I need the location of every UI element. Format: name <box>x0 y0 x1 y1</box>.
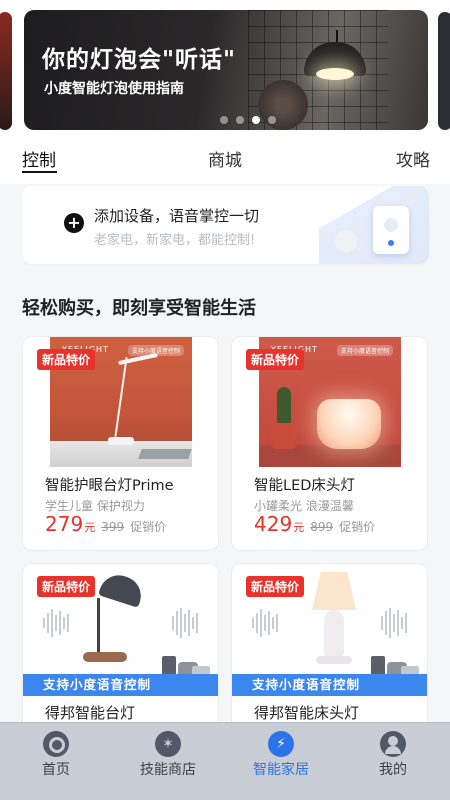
current-price: 429 <box>254 512 293 536</box>
nav-smart-home[interactable]: 智能家居 <box>236 731 326 779</box>
promo-label: 促销价 <box>339 520 376 534</box>
add-device-title: 添加设备，语音掌控一切 <box>94 207 260 225</box>
add-device-subtitle: 老家电，新家电，都能控制! <box>94 233 256 248</box>
voice-control-banner: 支持小度语音控制 <box>232 674 427 696</box>
active-tab-underline <box>22 171 57 173</box>
desk-lamp-base <box>83 652 127 662</box>
sale-tag: 新品特价 <box>37 349 96 370</box>
add-device-card[interactable]: + 添加设备，语音掌控一切 老家电，新家电，都能控制! <box>22 186 429 264</box>
previous-banner-peek[interactable] <box>0 12 12 130</box>
sale-tag: 新品特价 <box>37 576 96 597</box>
product-name: 得邦智能台灯 <box>45 704 136 722</box>
tab-control[interactable]: 控制 <box>22 146 56 171</box>
carousel-dot[interactable] <box>220 116 228 124</box>
sale-tag: 新品特价 <box>246 349 305 370</box>
tab-shop[interactable]: 商城 <box>208 146 242 171</box>
cactus-decor <box>277 387 291 427</box>
banner-slide[interactable]: 你的灯泡会"听话" 小度智能灯泡使用指南 <box>24 10 428 130</box>
nav-label: 智能家居 <box>253 762 309 778</box>
table-lamp-base <box>316 656 352 664</box>
top-tabs: 控制 商城 攻略 <box>0 138 450 184</box>
current-price: 279 <box>45 512 84 536</box>
table-lamp-shade <box>312 572 356 610</box>
carousel-dot[interactable] <box>268 116 276 124</box>
voice-support-badge: 支持小度语音控制 <box>336 345 393 356</box>
original-price: 899 <box>310 520 334 534</box>
product-card[interactable]: 新品特价 支持小度语音控制 得邦智能台灯 <box>22 563 219 743</box>
book-decor <box>138 449 192 459</box>
plant-pot-decor <box>271 423 297 449</box>
banner-carousel[interactable]: 你的灯泡会"听话" 小度智能灯泡使用指南 <box>0 0 450 138</box>
nav-profile[interactable]: 我的 <box>348 731 438 779</box>
nav-label: 我的 <box>379 762 407 778</box>
smart-plug-illustration <box>373 206 409 254</box>
product-name: 智能LED床头灯 <box>254 478 355 494</box>
price-row: 429 元 899 促销价 <box>254 512 375 536</box>
voice-wave-icon <box>381 606 407 640</box>
desk-lamp-arm <box>114 357 128 437</box>
smart-speaker-illustration <box>335 230 357 252</box>
carousel-dots <box>220 116 276 124</box>
banner-title: 你的灯泡会"听话" <box>42 47 236 73</box>
voice-wave-icon <box>43 606 69 640</box>
desk-lamp-base <box>108 437 134 445</box>
price-unit: 元 <box>84 521 96 534</box>
smart-home-plug-icon <box>268 731 294 757</box>
product-name: 智能护眼台灯Prime <box>45 478 174 494</box>
price-unit: 元 <box>293 521 305 534</box>
desk-lamp-head <box>98 570 146 608</box>
voice-wave-icon <box>172 606 198 640</box>
nav-label: 首页 <box>42 762 70 778</box>
carousel-dot[interactable] <box>236 116 244 124</box>
system-home-bar <box>0 782 450 800</box>
product-card[interactable]: YEELIGHT 支持小度语音控制 新品特价 智能护眼台灯Prime 学生儿童 … <box>22 336 219 551</box>
product-card[interactable]: YEELIGHT 支持小度语音控制 新品特价 智能LED床头灯 小罐柔光 浪漫温… <box>231 336 428 551</box>
banner-bulb-glow <box>316 68 354 80</box>
product-card[interactable]: 新品特价 支持小度语音控制 得邦智能床头灯 <box>231 563 428 743</box>
tab-guides[interactable]: 攻略 <box>396 146 430 171</box>
sale-tag: 新品特价 <box>246 576 305 597</box>
carousel-dot-active[interactable] <box>252 116 260 124</box>
voice-control-banner: 支持小度语音控制 <box>23 674 218 696</box>
bedside-lamp-image <box>317 399 381 449</box>
desk-lamp-arm <box>97 598 100 654</box>
nav-home[interactable]: 首页 <box>11 731 101 779</box>
nav-skill-store[interactable]: 技能商店 <box>123 731 213 779</box>
original-price: 399 <box>101 520 125 534</box>
plus-icon[interactable]: + <box>64 213 84 233</box>
home-icon <box>43 731 69 757</box>
skill-store-icon <box>155 731 181 757</box>
next-banner-peek[interactable] <box>438 12 450 130</box>
price-row: 279 元 399 促销价 <box>45 512 166 536</box>
profile-icon <box>380 731 406 757</box>
nav-label: 技能商店 <box>140 762 196 778</box>
section-title: 轻松购买，即刻享受智能生活 <box>22 298 256 319</box>
promo-label: 促销价 <box>130 520 167 534</box>
bottom-navigation: 首页 技能商店 智能家居 我的 <box>0 722 450 782</box>
voice-wave-icon <box>252 606 278 640</box>
banner-subtitle: 小度智能灯泡使用指南 <box>44 81 184 97</box>
product-name: 得邦智能床头灯 <box>254 704 360 722</box>
table-lamp-body <box>324 610 344 658</box>
